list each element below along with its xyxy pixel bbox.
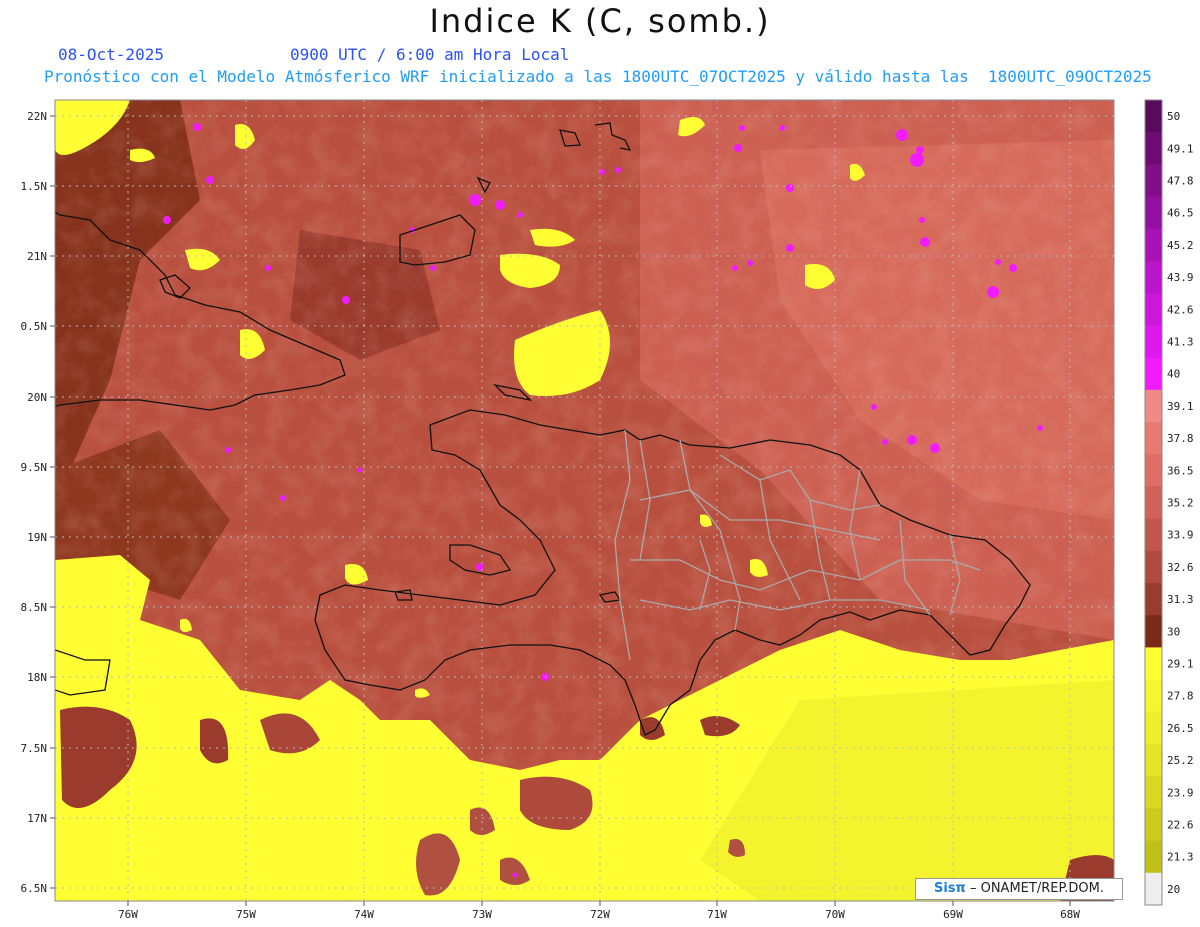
legend-swatch — [1145, 679, 1162, 713]
legend-swatch — [1145, 293, 1162, 326]
legend-swatch — [1145, 389, 1162, 423]
legend-swatch — [1145, 711, 1162, 745]
legend-label: 37.8 — [1167, 432, 1194, 445]
lat-label: 17N — [27, 812, 47, 825]
lat-label: 18N — [27, 671, 47, 684]
legend-swatch — [1145, 840, 1162, 874]
color-legend: 50 49.1 47.8 46.5 45.2 43.9 42.6 41.3 40 39.1 37.8… — [1144, 99, 1194, 906]
lat-label: 6.5N — [21, 882, 48, 895]
legend-swatch — [1145, 261, 1162, 294]
lat-label: 20N — [27, 391, 47, 404]
lon-label: 72W — [590, 908, 610, 921]
legend-swatch — [1145, 454, 1162, 487]
lat-label: 22N — [27, 110, 47, 123]
credit-box: Sisπ – ONAMET/REP.DOM. — [915, 878, 1123, 900]
legend-label: 39.1 — [1167, 400, 1194, 413]
legend-label: 31.3 — [1167, 593, 1194, 606]
legend-label: 27.8 — [1167, 690, 1194, 703]
lon-label: 68W — [1060, 908, 1080, 921]
legend-swatch — [1145, 325, 1162, 359]
lon-label: 76W — [118, 908, 138, 921]
legend-label: 32.6 — [1167, 561, 1194, 574]
legend-swatch — [1145, 872, 1162, 906]
credit-text: – ONAMET/REP.DOM. — [969, 881, 1104, 896]
lat-label: 1.5N — [21, 180, 48, 193]
legend-label: 45.2 — [1167, 239, 1194, 252]
legend-label: 50 — [1167, 110, 1180, 123]
legend-label: 40 — [1167, 368, 1180, 381]
legend-label: 23.9 — [1167, 786, 1194, 799]
lon-label: 75W — [236, 908, 256, 921]
legend-label: 42.6 — [1167, 303, 1194, 316]
lon-label: 73W — [472, 908, 492, 921]
legend-label: 25.2 — [1167, 754, 1194, 767]
legend-label: 47.8 — [1167, 175, 1194, 188]
legend-label: 26.5 — [1167, 722, 1194, 735]
legend-swatch — [1145, 228, 1162, 262]
legend-label: 22.6 — [1167, 819, 1194, 832]
legend-swatch — [1145, 422, 1162, 455]
weather-map: 22N 1.5N 21N 0.5N 20N 9.5N 19N 8.5N 18N … — [21, 99, 1194, 921]
brand-logo-text: Sisπ — [933, 881, 966, 896]
legend-label: 49.1 — [1167, 142, 1194, 155]
legend-swatch — [1145, 744, 1162, 777]
legend-label: 43.9 — [1167, 271, 1194, 284]
legend-swatch — [1145, 164, 1162, 198]
legend-label: 20 — [1167, 883, 1180, 896]
legend-label: 46.5 — [1167, 207, 1194, 220]
legend-swatch — [1145, 808, 1162, 842]
lat-label: 21N — [27, 250, 47, 263]
legend-swatch — [1145, 357, 1162, 391]
lon-label: 71W — [707, 908, 727, 921]
legend-label: 21.3 — [1167, 851, 1194, 864]
legend-label: 35.2 — [1167, 497, 1194, 510]
lon-label: 69W — [943, 908, 963, 921]
lat-label: 0.5N — [21, 320, 48, 333]
lat-label: 19N — [27, 531, 47, 544]
legend-swatch — [1145, 518, 1162, 552]
legend-swatch — [1145, 550, 1162, 584]
legend-label: 36.5 — [1167, 464, 1194, 477]
legend-swatch — [1145, 100, 1162, 133]
legend-swatch — [1145, 486, 1162, 520]
lon-label: 74W — [354, 908, 374, 921]
legend-label: 41.3 — [1167, 336, 1194, 349]
legend-swatch — [1145, 776, 1162, 809]
legend-swatch — [1145, 615, 1162, 648]
legend-swatch — [1145, 647, 1162, 681]
shaded-field — [55, 100, 1114, 901]
lat-label: 8.5N — [21, 601, 48, 614]
lat-label: 7.5N — [21, 742, 48, 755]
lon-label: 70W — [825, 908, 845, 921]
legend-label: 33.9 — [1167, 529, 1194, 542]
legend-label: 30 — [1167, 625, 1180, 638]
legend-label: 29.1 — [1167, 658, 1194, 671]
lat-label: 9.5N — [21, 461, 48, 474]
legend-swatch — [1145, 132, 1162, 165]
legend-swatch — [1145, 583, 1162, 616]
legend-swatch — [1145, 196, 1162, 230]
